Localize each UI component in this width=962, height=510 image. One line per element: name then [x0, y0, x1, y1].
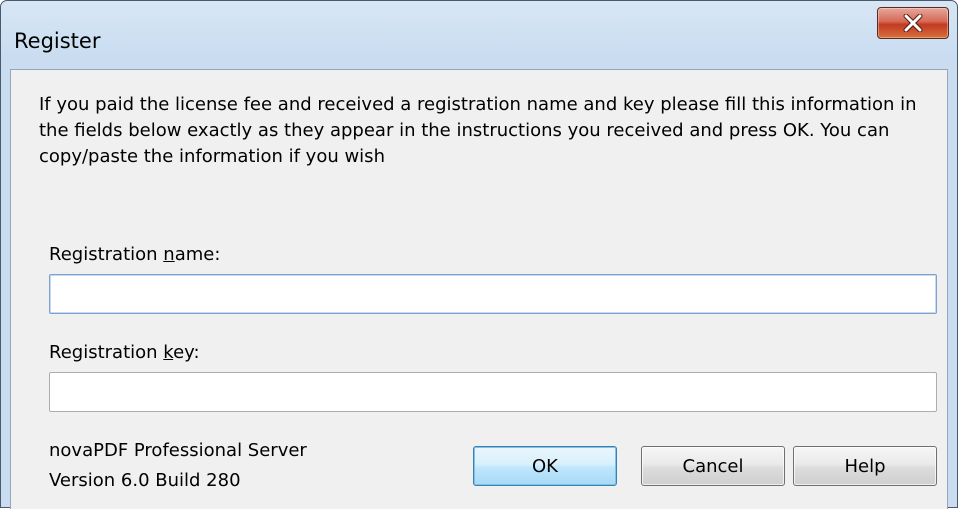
close-button[interactable]	[877, 7, 949, 39]
close-icon	[903, 14, 923, 32]
ok-button[interactable]: OK	[473, 446, 617, 486]
registration-key-label: Registration key:	[49, 342, 200, 363]
dialog-body: If you paid the license fee and received…	[10, 69, 948, 509]
dialog-title: Register	[14, 29, 101, 53]
help-button[interactable]: Help	[793, 446, 937, 486]
label-text: Registration	[49, 244, 164, 265]
label-text: ame:	[174, 244, 221, 265]
cancel-button[interactable]: Cancel	[641, 446, 785, 486]
instructions-text: If you paid the license fee and received…	[39, 94, 917, 167]
register-dialog: Register If you paid the license fee and…	[0, 0, 958, 509]
registration-key-input[interactable]	[49, 372, 937, 412]
registration-name-input[interactable]	[49, 274, 937, 314]
product-version: Version 6.0 Build 280	[49, 470, 241, 491]
label-text: ey:	[173, 342, 200, 363]
title-bar[interactable]: Register	[1, 1, 957, 69]
registration-name-label: Registration name:	[49, 244, 220, 265]
accelerator-key: n	[163, 244, 175, 265]
accelerator-key: k	[163, 342, 174, 363]
product-name: novaPDF Professional Server	[49, 440, 307, 461]
label-text: Registration	[49, 342, 164, 363]
